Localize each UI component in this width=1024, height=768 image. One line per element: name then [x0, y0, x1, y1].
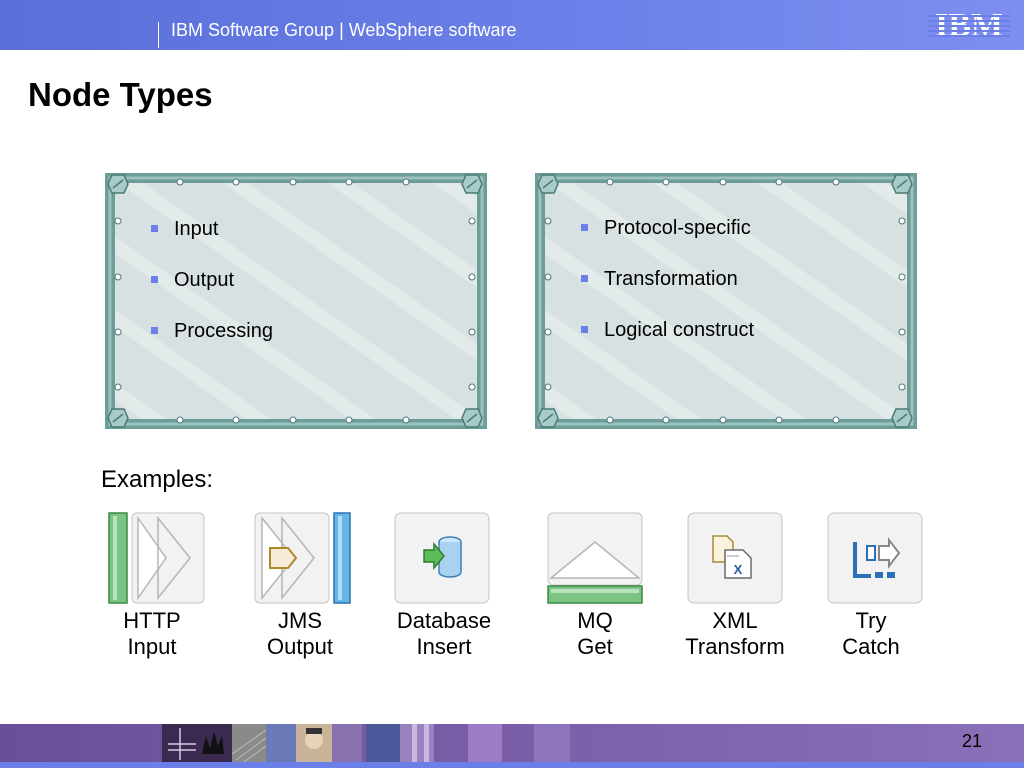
footer-bar [0, 724, 1024, 768]
database-insert-icon [394, 512, 490, 604]
node-label: XML Transform [685, 608, 785, 659]
examples-label: Examples: [101, 466, 214, 493]
ibm-logo: IBM [928, 8, 1010, 44]
header-title: IBM Software Group | WebSphere software [171, 20, 517, 40]
bullet-icon [151, 225, 158, 232]
header-bar: IBM Software Group | WebSphere software … [0, 0, 1024, 50]
node-label: Try Catch [842, 608, 900, 659]
node-label: HTTP Input [123, 608, 181, 659]
node-label: JMS Output [266, 608, 334, 659]
mq-get-icon [547, 512, 643, 604]
node-categories-list: Input Output Processing [148, 212, 273, 365]
footer-stripe [0, 762, 1024, 768]
svg-text:X: X [734, 562, 743, 577]
bullet-icon [581, 275, 588, 282]
node-label: MQ Get [577, 608, 613, 659]
list-item: Transformation [578, 262, 754, 313]
try-catch-icon [827, 512, 923, 604]
list-item: Processing [148, 314, 273, 365]
page-title: Node Types [28, 76, 213, 113]
node-characteristics-list: Protocol-specific Transformation Logical… [578, 211, 754, 364]
bullet-icon [581, 326, 588, 333]
list-item: Logical construct [578, 313, 754, 364]
node-label: Database Insert [396, 608, 492, 659]
node-characteristics-panel: Protocol-specific Transformation Logical… [530, 170, 920, 432]
footer-photo-strip [162, 724, 570, 762]
list-item: Input [148, 212, 273, 263]
jms-output-icon [254, 512, 351, 604]
page-number: 21 [962, 731, 983, 751]
xml-transform-icon: X [687, 512, 783, 604]
list-item: Protocol-specific [578, 211, 754, 262]
http-input-icon [108, 512, 205, 604]
bullet-icon [151, 327, 158, 334]
node-categories-panel: Input Output Processing [100, 170, 490, 432]
bullet-icon [581, 224, 588, 231]
header-separator [158, 22, 159, 48]
list-item: Output [148, 263, 273, 314]
bullet-icon [151, 276, 158, 283]
